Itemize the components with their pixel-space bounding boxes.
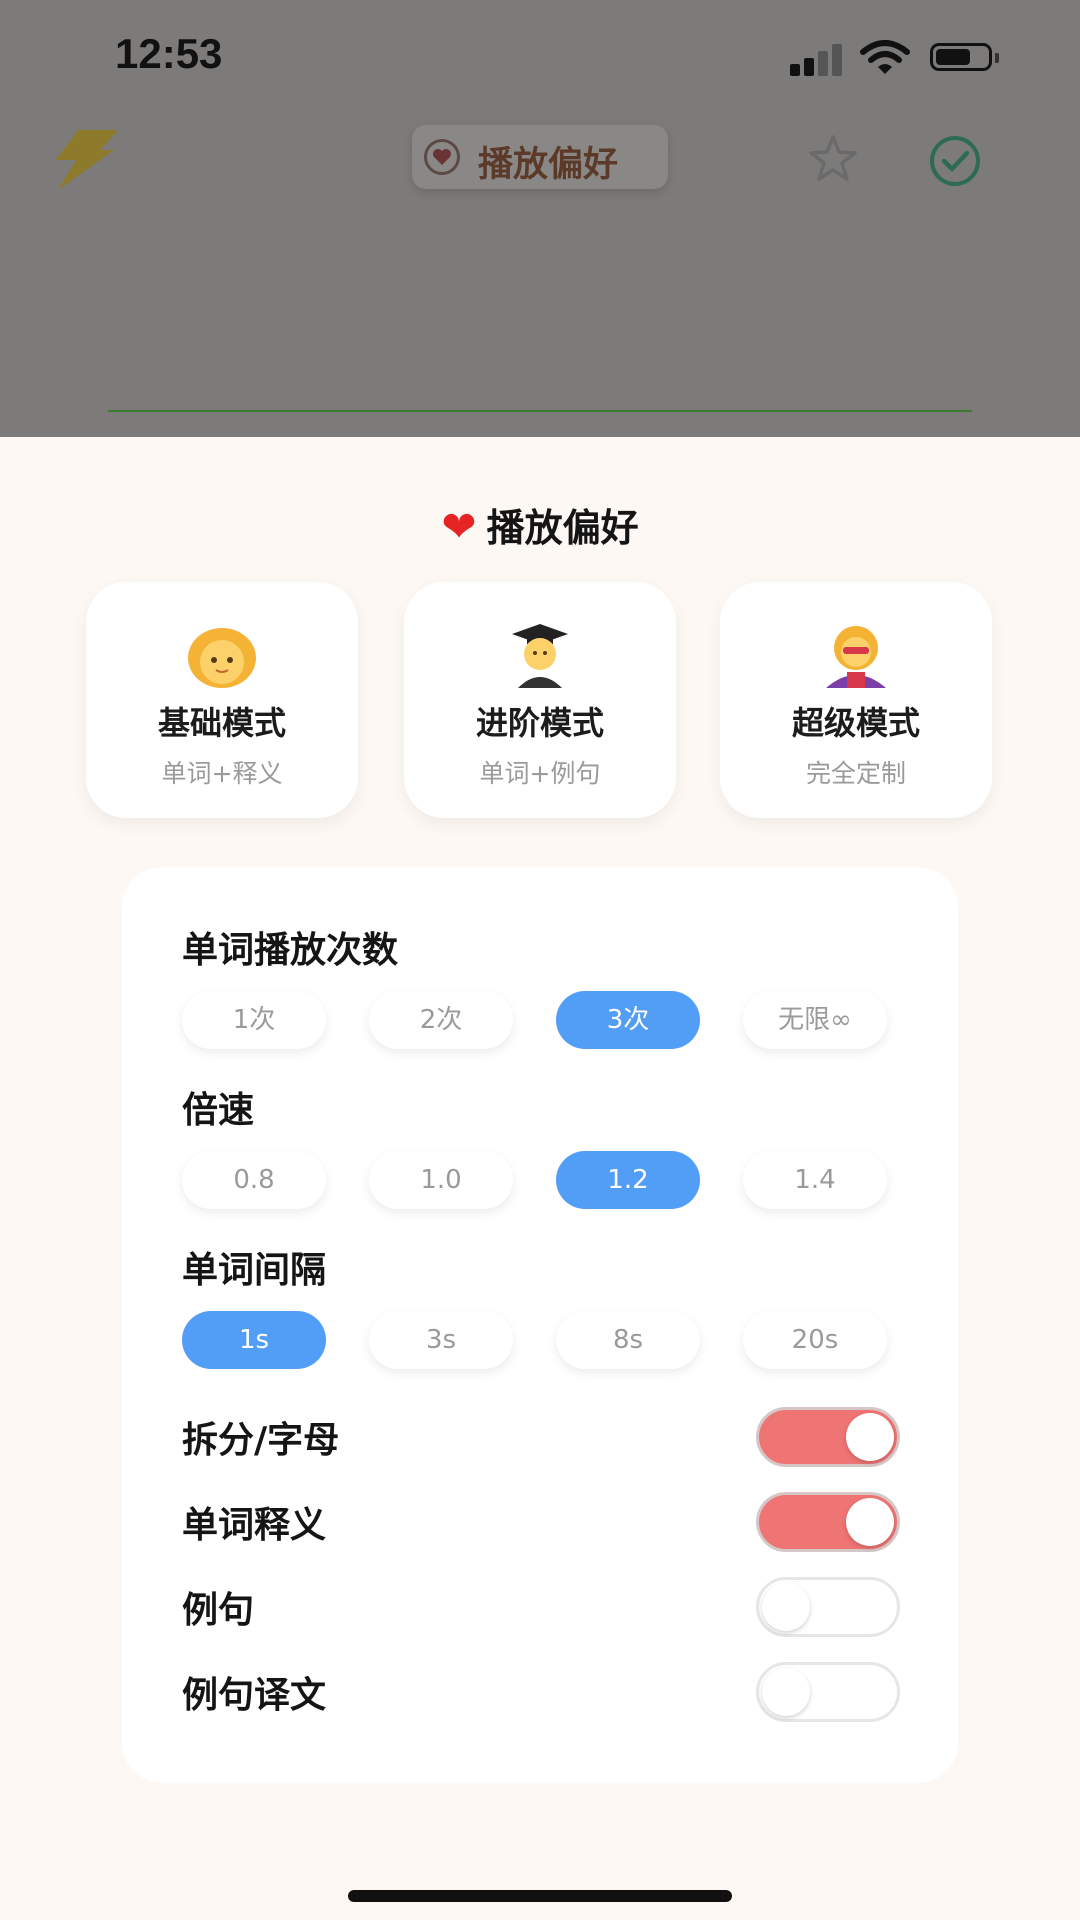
toggle-label: 例句译文 xyxy=(182,1675,327,1716)
mode-card-basic[interactable]: 基础模式 单词+释义 xyxy=(86,582,358,818)
star-icon[interactable] xyxy=(808,134,858,182)
heart-icon xyxy=(424,139,460,175)
divider-line xyxy=(108,410,972,412)
mode-name: 超级模式 xyxy=(791,704,920,742)
mode-card-super[interactable]: 超级模式 完全定制 xyxy=(720,582,992,818)
wifi-icon xyxy=(860,40,910,74)
superhero-icon xyxy=(826,626,886,688)
play-count-label: 单词播放次数 xyxy=(182,930,399,971)
play-count-option[interactable]: 无限∞ xyxy=(743,991,887,1049)
speed-option[interactable]: 0.8 xyxy=(182,1151,326,1209)
preferences-sheet: ❤ 播放偏好 基础模式 单词+释义 进阶模式 单词+例句 超级模式 完全定制 单… xyxy=(0,437,1080,1920)
settings-panel: 单词播放次数 1次 2次 3次 无限∞ 倍速 0.8 1.0 1.2 1.4 单… xyxy=(122,867,958,1783)
interval-label: 单词间隔 xyxy=(182,1250,327,1291)
play-count-option[interactable]: 1次 xyxy=(182,991,326,1049)
toggle-label: 单词释义 xyxy=(182,1505,327,1546)
split-letters-toggle[interactable] xyxy=(756,1407,900,1467)
speed-label: 倍速 xyxy=(182,1090,255,1131)
girl-face-icon xyxy=(188,628,256,688)
speed-option[interactable]: 1.0 xyxy=(369,1151,513,1209)
mode-name: 进阶模式 xyxy=(475,704,604,742)
play-count-option-selected[interactable]: 3次 xyxy=(556,991,700,1049)
battery-icon xyxy=(930,43,992,71)
mode-card-advanced[interactable]: 进阶模式 单词+例句 xyxy=(404,582,676,818)
red-heart-icon: ❤ xyxy=(441,502,477,551)
mode-desc: 单词+例句 xyxy=(479,759,601,788)
header-title: 播放偏好 xyxy=(478,145,619,185)
lightning-icon[interactable] xyxy=(48,128,120,192)
mode-desc: 单词+释义 xyxy=(161,759,283,788)
dimmed-background[interactable]: 12:53 播放偏好 xyxy=(0,0,1080,437)
speed-option[interactable]: 1.4 xyxy=(743,1151,887,1209)
example-translation-toggle[interactable] xyxy=(756,1662,900,1722)
check-circle-icon[interactable] xyxy=(928,134,982,188)
interval-option[interactable]: 3s xyxy=(369,1311,513,1369)
home-indicator[interactable] xyxy=(348,1890,732,1902)
mode-name: 基础模式 xyxy=(157,704,286,742)
toggle-label: 例句 xyxy=(182,1590,255,1631)
status-time: 12:53 xyxy=(115,30,223,77)
example-sentence-toggle[interactable] xyxy=(756,1577,900,1637)
word-definition-toggle[interactable] xyxy=(756,1492,900,1552)
sheet-title: ❤ 播放偏好 xyxy=(441,502,639,551)
mode-desc: 完全定制 xyxy=(805,759,906,788)
interval-option[interactable]: 8s xyxy=(556,1311,700,1369)
play-count-option[interactable]: 2次 xyxy=(369,991,513,1049)
speed-option-selected[interactable]: 1.2 xyxy=(556,1151,700,1209)
toggle-label: 拆分/字母 xyxy=(182,1420,340,1461)
interval-option-selected[interactable]: 1s xyxy=(182,1311,326,1369)
graduate-icon xyxy=(512,624,568,688)
interval-option[interactable]: 20s xyxy=(743,1311,887,1369)
header-title-pill[interactable]: 播放偏好 xyxy=(412,125,668,189)
